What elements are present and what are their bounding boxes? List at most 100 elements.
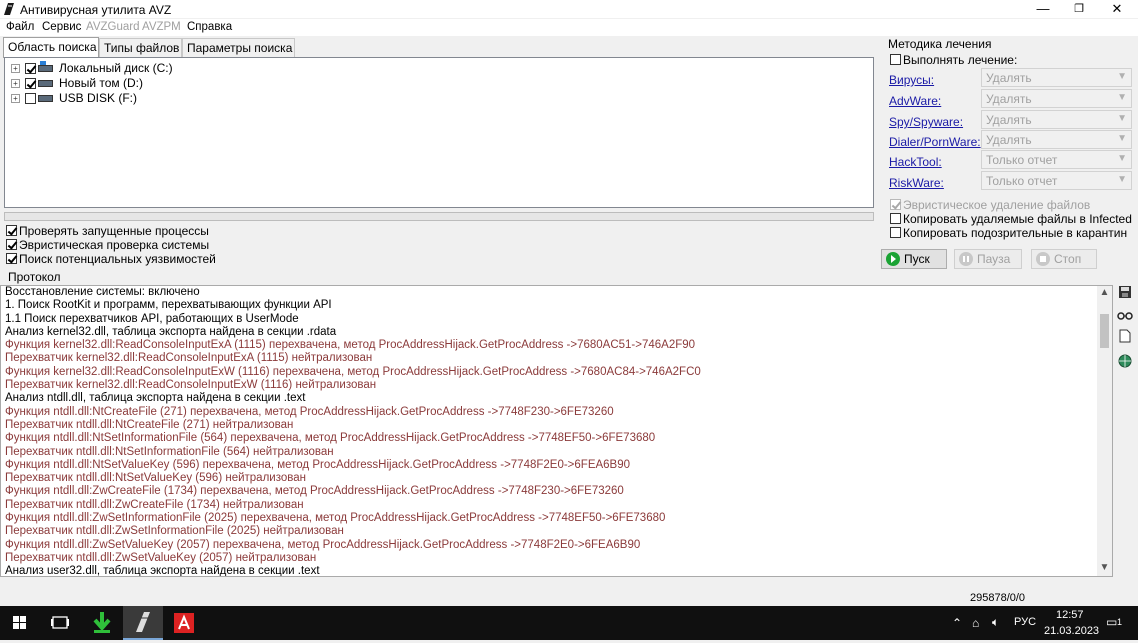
button-label: Стоп (1054, 252, 1082, 266)
drive-label: USB DISK (F:) (59, 91, 138, 105)
button-label: Пауза (977, 252, 1011, 266)
scroll-up-icon[interactable]: ▲ (1097, 287, 1112, 298)
notification-count: 1 (1117, 617, 1123, 627)
clock-time[interactable]: 12:57 (1056, 609, 1084, 621)
window-title: Антивирусная утилита AVZ (20, 3, 172, 17)
title-bar: Антивирусная утилита AVZ — ❐ ✕ (0, 0, 1138, 18)
advware-select[interactable]: Удалять ▼ (981, 89, 1132, 108)
menu-file[interactable]: Файл (6, 21, 34, 33)
avz-taskbar-icon[interactable] (123, 606, 163, 640)
riskware-link[interactable]: RiskWare: (889, 176, 944, 190)
spyware-link[interactable]: Spy/Spyware: (889, 115, 963, 129)
treatment-group: Методика лечения Выполнять лечение: Виру… (880, 35, 1135, 270)
close-button[interactable]: ✕ (1098, 0, 1136, 18)
menu-avzpm[interactable]: AVZPM (142, 21, 181, 33)
drive-f-checkbox[interactable] (25, 93, 36, 104)
advware-link[interactable]: AdvWare: (889, 94, 941, 108)
task-view-icon[interactable] (40, 606, 80, 640)
pause-button[interactable]: Пауза (954, 249, 1022, 269)
scroll-thumb[interactable] (1100, 314, 1109, 348)
stop-button[interactable]: Стоп (1031, 249, 1097, 269)
log-line: Анализ user32.dll, таблица экспорта найд… (5, 565, 320, 577)
scan-progress-bar (4, 212, 874, 221)
hacktool-link[interactable]: HackTool: (889, 155, 942, 169)
chevron-down-icon: ▼ (1117, 113, 1127, 124)
log-line: Перехватчик ntdll.dll:NtSetInformationFi… (5, 445, 334, 458)
save-icon[interactable] (1116, 285, 1134, 303)
hacktool-select[interactable]: Только отчет ▼ (981, 150, 1132, 169)
menu-service[interactable]: Сервис (42, 21, 81, 33)
log-line: Функция ntdll.dll:NtSetInformationFile (… (5, 432, 656, 445)
minimize-button[interactable]: — (1024, 0, 1062, 18)
menu-avzguard[interactable]: AVZGuard (86, 21, 139, 33)
status-counter: 295878/0/0 (970, 592, 1026, 604)
log-line: Функция ntdll.dll:ZwSetValueKey (2057) п… (5, 538, 641, 551)
option-label: Копировать подозрительные в карантин (903, 226, 1128, 240)
log-line: 1.1 Поиск перехватчиков API, работающих … (5, 312, 299, 325)
avz-window: Антивирусная утилита AVZ — ❐ ✕ Файл Серв… (0, 0, 1138, 606)
log-line: Анализ ntdll.dll, таблица экспорта найде… (5, 392, 306, 405)
checkbox[interactable] (6, 225, 17, 236)
usb-drive-icon (38, 95, 53, 102)
language-indicator[interactable]: РУС (1014, 616, 1036, 628)
chevron-down-icon: ▼ (1117, 153, 1127, 164)
expand-icon[interactable]: + (11, 94, 20, 103)
checkbox[interactable] (890, 199, 901, 210)
log-line: Функция kernel32.dll:ReadConsoleInputExW… (5, 365, 701, 378)
taskbar: ⌃ ⌂ 🔈︎ РУС 12:57 21.03.2023 ▭ 1 (0, 606, 1138, 640)
log-line: Функция ntdll.dll:NtCreateFile (271) пер… (5, 405, 614, 418)
menu-help[interactable]: Справка (187, 21, 232, 33)
spyware-select[interactable]: Удалять ▼ (981, 110, 1132, 129)
dialer-select[interactable]: Удалять ▼ (981, 130, 1132, 149)
log-line: Перехватчик ntdll.dll:ZwCreateFile (1734… (5, 498, 304, 511)
drive-icon (38, 80, 53, 87)
riskware-select[interactable]: Только отчет ▼ (981, 171, 1132, 190)
globe-icon[interactable] (1116, 354, 1134, 372)
system-drive-icon (38, 61, 53, 72)
chevron-up-icon[interactable]: ⌃ (952, 616, 962, 630)
select-value: Только отчет (986, 174, 1058, 188)
viruses-link[interactable]: Вирусы: (889, 73, 934, 87)
drive-c-checkbox[interactable] (25, 63, 36, 74)
drive-label: Локальный диск (C:) (59, 61, 173, 75)
log-line: Перехватчик kernel32.dll:ReadConsoleInpu… (5, 379, 377, 392)
log-line: Анализ kernel32.dll, таблица экспорта на… (5, 325, 337, 338)
scroll-down-icon[interactable]: ▼ (1097, 562, 1112, 573)
protocol-log[interactable]: Восстановление системы: включено 1. Поиск… (0, 285, 1113, 577)
pause-icon (959, 252, 973, 266)
document-icon[interactable] (1116, 329, 1134, 347)
start-button[interactable]: Пуск (881, 249, 947, 269)
notification-icon[interactable]: ▭ (1106, 615, 1117, 629)
tab-search-params[interactable]: Параметры поиска (182, 38, 295, 57)
download-app-icon[interactable] (82, 606, 122, 640)
windows-start-icon[interactable] (0, 606, 40, 640)
volume-icon[interactable]: 🔈︎ (992, 615, 999, 630)
maximize-button[interactable]: ❐ (1060, 0, 1098, 18)
log-line: Восстановление системы: включено (5, 286, 200, 298)
drive-tree: + Локальный диск (C:) + Новый том (D:) +… (4, 57, 874, 208)
checkbox[interactable] (6, 239, 17, 250)
drive-d-checkbox[interactable] (25, 78, 36, 89)
log-line: Перехватчик kernel32.dll:ReadConsoleInpu… (5, 352, 373, 365)
dialer-link[interactable]: Dialer/PornWare: (889, 135, 981, 149)
checkbox[interactable] (890, 227, 901, 238)
clock-date[interactable]: 21.03.2023 (1044, 625, 1099, 637)
checkbox[interactable] (890, 54, 901, 65)
pdf-reader-icon[interactable] (164, 606, 204, 640)
expand-icon[interactable]: + (11, 64, 20, 73)
log-scrollbar[interactable]: ▲ ▼ (1097, 286, 1112, 576)
checkbox[interactable] (890, 213, 901, 224)
select-value: Только отчет (986, 153, 1058, 167)
network-icon[interactable]: ⌂ (972, 616, 979, 630)
option-label: Эвристическая проверка системы (19, 238, 210, 252)
log-line: Перехватчик ntdll.dll:ZwSetInformationFi… (5, 525, 344, 538)
checkbox[interactable] (6, 253, 17, 264)
viruses-select[interactable]: Удалять ▼ (981, 68, 1132, 87)
glasses-icon[interactable] (1116, 307, 1134, 325)
tab-file-types[interactable]: Типы файлов (99, 38, 182, 57)
expand-icon[interactable]: + (11, 79, 20, 88)
chevron-down-icon: ▼ (1117, 174, 1127, 185)
select-value: Удалять (986, 113, 1032, 127)
tab-search-area[interactable]: Область поиска (3, 37, 99, 58)
option-label: Эвристическое удаление файлов (903, 198, 1091, 212)
